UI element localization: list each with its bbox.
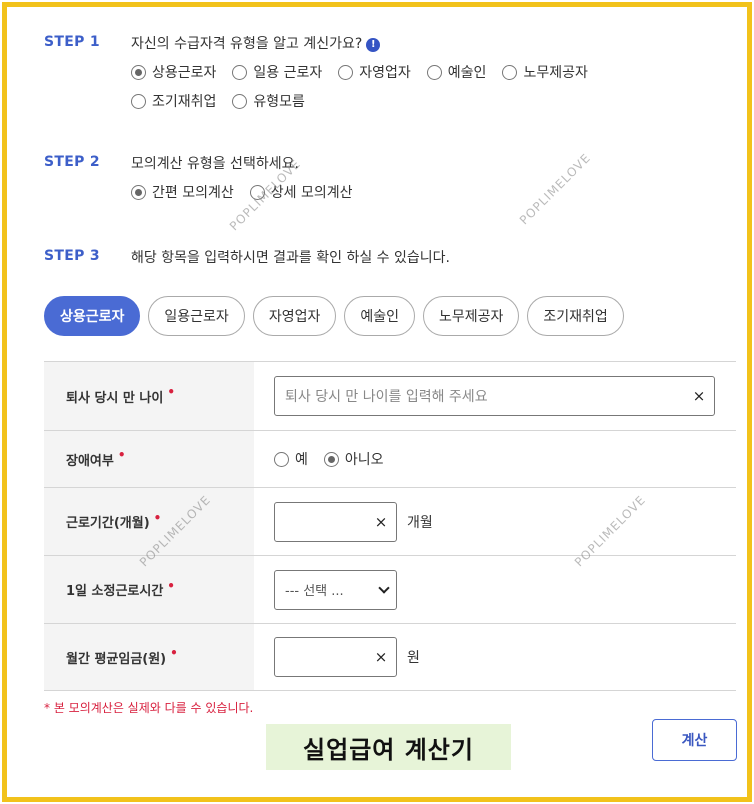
period-value-cell: × 개월 <box>254 488 736 555</box>
required-mark: • <box>153 510 162 525</box>
radio-self-employed[interactable]: 자영업자 <box>338 62 411 82</box>
radio-type-unknown[interactable]: 유형모름 <box>232 91 305 111</box>
radio-label: 간편 모의계산 <box>152 185 234 201</box>
form-row-disability: 장애여부 • 예 아니오 <box>44 431 736 488</box>
period-unit: 개월 <box>407 514 433 531</box>
disability-label-text: 장애여부 <box>66 453 114 469</box>
tab-self-employed[interactable]: 자영업자 <box>252 296 337 336</box>
wage-value-cell: × 원 <box>254 624 736 690</box>
calculate-button[interactable]: 계산 <box>652 719 737 761</box>
radio-icon <box>232 64 248 80</box>
hours-select-value: --- 선택 ... <box>285 584 344 599</box>
form-row-hours: 1일 소정근로시간 • --- 선택 ... <box>44 556 736 624</box>
tab-daily-worker[interactable]: 일용근로자 <box>148 296 245 336</box>
radio-icon <box>249 184 265 200</box>
radio-icon <box>232 93 248 109</box>
age-label-text: 퇴사 당시 만 나이 <box>66 390 164 406</box>
radio-icon <box>131 93 146 109</box>
age-label: 퇴사 당시 만 나이 • <box>44 362 254 430</box>
step2-question: 모의계산 유형을 선택하세요. <box>131 156 299 172</box>
wage-label-text: 월간 평균임금(원) <box>66 651 167 667</box>
hours-label: 1일 소정근로시간 • <box>44 556 254 623</box>
radio-label: 조기재취업 <box>152 94 217 110</box>
wage-input[interactable]: × <box>274 637 397 677</box>
worker-type-tabs: 상용근로자 일용근로자 자영업자 예술인 노무제공자 조기재취업 <box>44 296 624 336</box>
step1-label: STEP 1 <box>44 34 100 50</box>
disability-label: 장애여부 • <box>44 431 254 487</box>
disclaimer-note: * 본 모의계산은 실제와 다를 수 있습니다. <box>44 701 254 715</box>
form-row-age: 퇴사 당시 만 나이 • 퇴사 당시 만 나이를 입력해 주세요 × <box>44 362 736 431</box>
required-mark: • <box>167 385 175 399</box>
radio-icon <box>274 451 289 467</box>
period-input[interactable]: × <box>274 501 397 542</box>
period-label-text: 근로기간(개월) <box>66 516 150 531</box>
required-mark: • <box>167 578 175 593</box>
age-value-cell: 퇴사 당시 만 나이를 입력해 주세요 × <box>254 362 736 430</box>
step1-options-row1: 상용근로자 일용 근로자 자영업자 예술인 노무제공자 <box>131 62 588 82</box>
radio-selected-icon <box>323 451 339 467</box>
info-icon[interactable]: ! <box>366 38 381 52</box>
form-row-wage: 월간 평균임금(원) • × 원 <box>44 624 736 691</box>
radio-icon <box>426 64 442 80</box>
wage-label: 월간 평균임금(원) • <box>44 624 254 690</box>
hours-select[interactable]: --- 선택 ... <box>274 569 397 610</box>
radio-label: 아니오 <box>344 452 384 468</box>
radio-daily-worker[interactable]: 일용 근로자 <box>232 62 322 82</box>
radio-label: 자영업자 <box>359 65 411 81</box>
radio-labor-provider[interactable]: 노무제공자 <box>502 62 588 82</box>
form-row-period: 근로기간(개월) • × 개월 <box>44 488 736 556</box>
age-input[interactable]: 퇴사 당시 만 나이를 입력해 주세요 × <box>274 376 715 416</box>
age-placeholder: 퇴사 당시 만 나이를 입력해 주세요 <box>285 389 488 405</box>
required-mark: • <box>117 448 126 462</box>
radio-simple-calc[interactable]: 간편 모의계산 <box>131 182 234 202</box>
tab-artist[interactable]: 예술인 <box>344 296 415 336</box>
radio-label: 예술인 <box>447 65 487 81</box>
radio-selected-icon <box>131 64 146 80</box>
step2-options: 간편 모의계산 상세 모의계산 <box>131 182 352 202</box>
step3-label: STEP 3 <box>44 248 100 264</box>
radio-regular-worker[interactable]: 상용근로자 <box>131 62 216 82</box>
step1-question-text: 자신의 수급자격 유형을 알고 계신가요? <box>131 36 363 52</box>
calc-form: 퇴사 당시 만 나이 • 퇴사 당시 만 나이를 입력해 주세요 × 장애여부 • … <box>44 361 736 691</box>
page-title-badge: 실업급여 계산기 <box>266 724 511 770</box>
radio-label: 일용 근로자 <box>253 65 323 81</box>
radio-label: 노무제공자 <box>523 65 588 81</box>
clear-icon[interactable]: × <box>366 648 396 666</box>
radio-disability-no[interactable]: 아니오 <box>323 449 384 469</box>
clear-icon[interactable]: × <box>684 387 714 405</box>
radio-label: 유형모름 <box>253 94 305 110</box>
radio-early-reemployment[interactable]: 조기재취업 <box>131 91 216 111</box>
step1-options-row2: 조기재취업 유형모름 <box>131 91 305 111</box>
radio-label: 상용근로자 <box>152 65 217 81</box>
radio-icon <box>338 64 354 80</box>
radio-disability-yes[interactable]: 예 <box>274 449 308 469</box>
clear-icon[interactable]: × <box>366 513 396 531</box>
step1-question: 자신의 수급자격 유형을 알고 계신가요?! <box>131 33 381 53</box>
radio-selected-icon <box>131 184 146 200</box>
period-label: 근로기간(개월) • <box>44 488 254 555</box>
radio-label: 예 <box>295 452 308 468</box>
tab-early-reemployment[interactable]: 조기재취업 <box>527 296 624 336</box>
radio-label: 상세 모의계산 <box>270 185 353 201</box>
step3-question: 해당 항목을 입력하시면 결과를 확인 하실 수 있습니다. <box>131 250 450 266</box>
disability-value-cell: 예 아니오 <box>254 431 736 487</box>
radio-artist[interactable]: 예술인 <box>426 62 487 82</box>
required-mark: • <box>170 646 178 660</box>
hours-label-text: 1일 소정근로시간 <box>66 584 164 599</box>
hours-value-cell: --- 선택 ... <box>254 556 736 623</box>
step2-label: STEP 2 <box>44 154 100 170</box>
chevron-down-icon <box>378 581 390 594</box>
radio-detailed-calc[interactable]: 상세 모의계산 <box>249 182 353 202</box>
radio-icon <box>502 64 518 80</box>
wage-unit: 원 <box>407 650 420 666</box>
tab-labor-provider[interactable]: 노무제공자 <box>422 296 520 336</box>
tab-regular-worker[interactable]: 상용근로자 <box>44 296 141 336</box>
